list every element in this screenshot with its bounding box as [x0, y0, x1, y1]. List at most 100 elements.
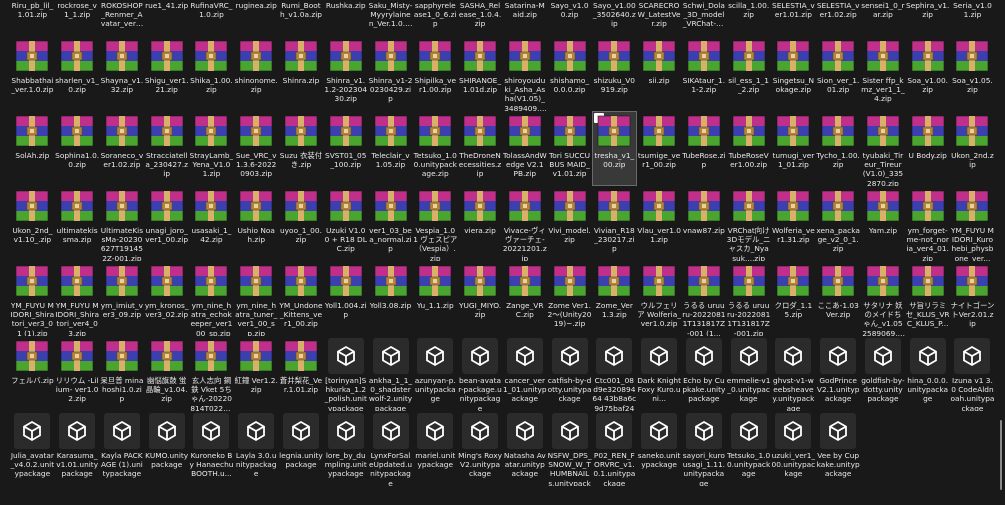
- file-item[interactable]: Kuroneko By Hanaechu BOOTH.u...: [189, 411, 234, 486]
- file-item[interactable]: サ旨リラミセ_KLUS_VRC_KLUS_P...: [905, 261, 950, 336]
- file-item[interactable]: P02_REN_FORVRC_v1.0.1.unitypackage: [592, 411, 637, 486]
- file-item[interactable]: Soa_v1.00.zip: [905, 36, 950, 111]
- file-item[interactable]: ROKOSHOP_Renmer_Avatar_ver1.00.zip: [100, 0, 145, 36]
- file-item[interactable]: Sion_ver_1.01.zip: [816, 36, 861, 111]
- file-item[interactable]: Natasha Avatar.unitypackage: [502, 411, 547, 486]
- file-item[interactable]: Sue_VRC_v1.3.6-20220903.zip: [234, 111, 279, 186]
- file-item[interactable]: rockrose_v1_1.zip: [55, 0, 100, 36]
- file-item[interactable]: tyubaki_Tireur_Tireur(V1.0)_3352870.zip: [861, 111, 906, 186]
- file-item[interactable]: catfish-by-dotty.unitypackage: [547, 336, 592, 411]
- file-item[interactable]: フェルバ.zip: [10, 336, 55, 411]
- file-item[interactable]: Sophina1.0.0.zip: [55, 111, 100, 186]
- file-item[interactable]: viera.zip: [458, 186, 503, 261]
- file-item[interactable]: Vlau_ver1.01.zip: [637, 186, 682, 261]
- file-item[interactable]: Suzu 衣装付き.zip: [279, 111, 324, 186]
- file-item[interactable]: Zange_VRC.zip: [502, 261, 547, 336]
- file-item[interactable]: Echo by Cupkake.unitypackage: [681, 336, 726, 411]
- file-item[interactable]: SASHA_Release_1.0.4.zip: [458, 0, 503, 36]
- vertical-scrollbar[interactable]: [1000, 420, 1002, 490]
- file-item[interactable]: saneko.unitypackage: [637, 411, 682, 486]
- file-item[interactable]: ankha_1_1_0_shadster wolf-2.unitypackage: [368, 336, 413, 411]
- file-item[interactable]: Rumi_Booth_v1.0a.zip: [279, 0, 324, 36]
- file-item[interactable]: Sayo_v1.00.zip: [547, 0, 592, 36]
- file-item[interactable]: sensei1_0_rar.zip: [861, 0, 906, 36]
- file-item[interactable]: Vivi_model.zip: [547, 186, 592, 261]
- file-item[interactable]: SIKAtaur_1.1-2.zip: [681, 36, 726, 111]
- file-item[interactable]: ナイトゴーントVer2.01.zip: [950, 261, 995, 336]
- file-item[interactable]: Soraneco_ver1.02.zip: [100, 111, 145, 186]
- file-item[interactable]: Ming's Roxy V2.unitypackage: [458, 411, 503, 486]
- file-item[interactable]: Yam.zip: [861, 186, 906, 261]
- file-item[interactable]: Rushka.zip: [323, 0, 368, 36]
- file-item[interactable]: ghvst-v1-weebsheavey.unitypackage: [771, 336, 816, 411]
- file-item[interactable]: 呆旦普 minahoshi1.0.zip: [100, 336, 145, 411]
- file-item[interactable]: shiroyouduki_Asha_Asha(V1.05)_3489409.zi…: [502, 36, 547, 111]
- file-item[interactable]: Satarina-Maid.zip: [502, 0, 547, 36]
- file-item[interactable]: Sister ffp_kmz_ver1_1_4.zip: [861, 36, 906, 111]
- file-item[interactable]: Wolferia_ver1.31.zip: [771, 186, 816, 261]
- file-item[interactable]: SolAh.zip: [10, 111, 55, 186]
- file-item[interactable]: Vee by Cupkake.unitypackage: [816, 411, 861, 486]
- file-item[interactable]: StrayLamb_Yena_V1.01.zip: [189, 111, 234, 186]
- file-item[interactable]: sharlen_v1_0.zip: [55, 36, 100, 111]
- file-item[interactable]: TolassAndWedge V2.1 PB.zip: [502, 111, 547, 186]
- file-item[interactable]: Shigu_ver1.21.zip: [144, 36, 189, 111]
- file-item[interactable]: Shinra_v1.1.2-20230430.zip: [323, 36, 368, 111]
- file-item[interactable]: Tycho_1.00.zip: [816, 111, 861, 186]
- file-item[interactable]: xena_package_v2_0_1.zip: [816, 186, 861, 261]
- file-item[interactable]: cancer_ver1_01.unitypackage: [502, 336, 547, 411]
- file-item[interactable]: legnia.unitypackage: [279, 411, 324, 486]
- file-item[interactable]: Julia_avatar_v4.0.2.unitypackage: [10, 411, 55, 486]
- file-item[interactable]: ym_imiut_ver3_09.zip: [100, 261, 145, 336]
- file-item[interactable]: Ctc001_08d9e32089464 43b8a6c9d75baf242..…: [592, 336, 637, 411]
- file-item[interactable]: Ushio Noah.zip: [234, 186, 279, 261]
- file-item[interactable]: Shika_1.00.zip: [189, 36, 234, 111]
- file-item[interactable]: scilla_1.00.zip: [726, 0, 771, 36]
- file-item[interactable]: shizuku_V0919.zip: [592, 36, 637, 111]
- file-item[interactable]: Singetsu_Nokage.zip: [771, 36, 816, 111]
- file-item[interactable]: Shabbathai_ver.1.0.zip: [10, 36, 55, 111]
- file-item[interactable]: SELESTIA_ver1.01.zip: [771, 0, 816, 36]
- file-item[interactable]: sapphyrelease1_0_6.zip: [413, 0, 458, 36]
- file-item[interactable]: Izuna v1 3.0 CodeAldnoah.unitypackage: [950, 336, 995, 411]
- file-item[interactable]: ym_nine_hatra_tuner_ver1_00_sp.zip: [234, 261, 279, 336]
- file-item[interactable]: Teleclair_v1.05.zip: [368, 111, 413, 186]
- file-item[interactable]: 紅鐘 Ver1.2.zip: [234, 336, 279, 411]
- file-item[interactable]: ym_nine_hatra_echokeeper_ver1_00_sp.zip: [189, 261, 234, 336]
- file-item[interactable]: Vivace-ヴィヴァーチェ-20221201.zip: [502, 186, 547, 261]
- file-item[interactable]: tumugi_ver1_01.zip: [771, 111, 816, 186]
- file-item[interactable]: goldfish-by-dotty.unitypackage: [861, 336, 906, 411]
- file-item[interactable]: YM_FUYU MIDORI_Shiratori_ver4_03.zip: [55, 261, 100, 336]
- file-item[interactable]: SCARECROW_LatestVer.zip: [637, 0, 682, 36]
- file-item[interactable]: Shinra_v1-20230429.zip: [368, 36, 413, 111]
- file-item[interactable]: [torinyan]Shkurka_1.2_polish.unitypackag…: [323, 336, 368, 411]
- file-item[interactable]: emmelie-v1_0.unitypackage: [726, 336, 771, 411]
- file-item[interactable]: VRChat向け3Dモデル_ニャスカ_Nyasuk....zip: [726, 186, 771, 261]
- file-item[interactable]: sayori_kurousagi_1.11.unitypackage: [681, 411, 726, 486]
- file-item[interactable]: サタリナ 妖のメイドちゃん_v1.05 2589069.zip: [861, 261, 906, 336]
- file-item[interactable]: SELESTIA_ver1.02.zip: [816, 0, 861, 36]
- file-item[interactable]: mariel.unitypackage: [413, 411, 458, 486]
- file-item[interactable]: NSFW_DPS_SNOW_W_THUMBNAILs.unitypackage: [547, 411, 592, 486]
- file-item[interactable]: azunyan-p.unitypackage: [413, 336, 458, 411]
- file-item[interactable]: shishamo_0.0.0.zip: [547, 36, 592, 111]
- file-item[interactable]: YM_FUYU MIDORI_Shiratori_ver3_01 (1).zip: [10, 261, 55, 336]
- file-item[interactable]: bean-avatar-package.unitypackage: [458, 336, 503, 411]
- file-item[interactable]: Shayna_v1.32.zip: [100, 36, 145, 111]
- file-item[interactable]: ruginea.zip: [234, 0, 279, 36]
- file-item[interactable]: ここあ-1.03Ver.zip: [816, 261, 861, 336]
- file-item[interactable]: U Body.zip: [905, 111, 950, 186]
- file-item[interactable]: YM_Undone_Kittens_ver1_00.zip: [279, 261, 324, 336]
- file-item[interactable]: Sephira_v1.zip: [905, 0, 950, 36]
- file-item[interactable]: ym_kronos_ver3_02.zip: [144, 261, 189, 336]
- file-item[interactable]: Layla 3.0.unitypackage: [234, 411, 279, 486]
- file-item[interactable]: Zome Ver1.2～(Unity2019)~.zip: [547, 261, 592, 336]
- file-item[interactable]: Shinra.zip: [279, 36, 324, 111]
- file-item[interactable]: RufinaVRC_1.0.zip: [189, 0, 234, 36]
- file-item[interactable]: shinonome.zip: [234, 36, 279, 111]
- file-item[interactable]: KUMO.unitypackage: [144, 411, 189, 486]
- file-item[interactable]: Saku_Misty-Myyrylainen_Ver.1.0.0.zip: [368, 0, 413, 36]
- file-item[interactable]: うるる uruuru-20220811T131817Z-001.zip: [726, 261, 771, 336]
- file-item[interactable]: rue1_41.zip: [144, 0, 189, 36]
- file-item[interactable]: Vespia_1.01 ヴェスピア（Vespia）.zip: [413, 186, 458, 261]
